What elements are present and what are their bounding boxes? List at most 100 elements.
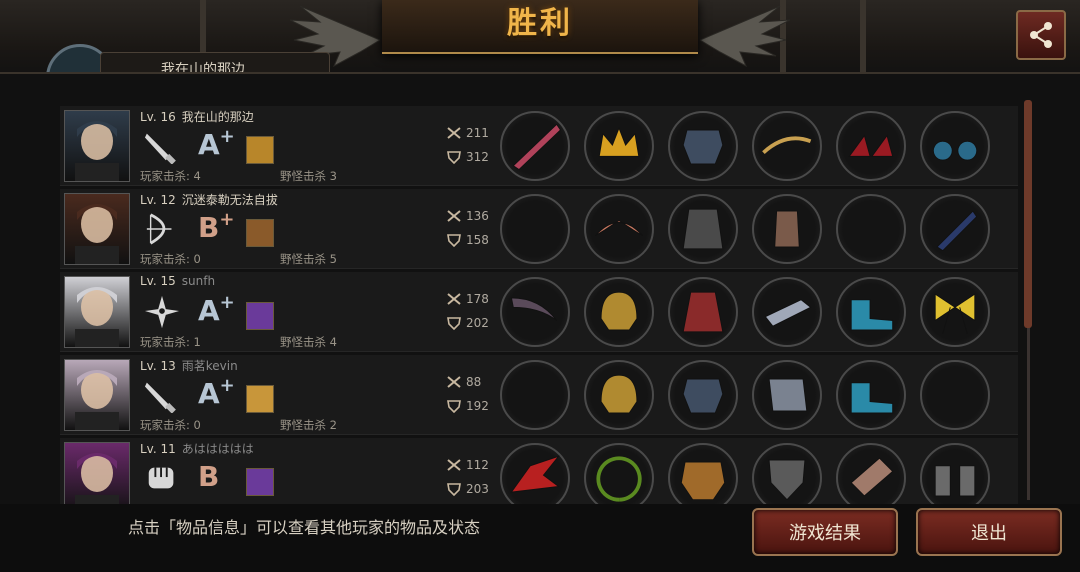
shield-stat-icon [447,151,461,164]
robe-icon [682,291,724,333]
player-portrait[interactable] [64,276,130,348]
shield-stat-icon [447,400,461,413]
boots-icon [850,299,894,331]
claw-icon [510,455,560,493]
share-button[interactable] [1016,10,1066,60]
item-slot[interactable] [836,360,906,430]
defense-stat: 192 [446,399,489,413]
attack-stat: 178 [446,292,489,306]
player-portrait[interactable] [64,359,130,431]
item-slot[interactable] [668,111,738,181]
earrings-icon [932,140,978,161]
item-slot[interactable] [752,277,822,347]
player-row[interactable]: Lv. 12 沉迷泰勒无法自拔 B+ 玩家击杀: 0 野怪击杀 5 136 158 [60,189,1018,269]
game-result-button[interactable]: 游戏结果 [752,508,898,556]
crossed-swords-icon [447,376,461,388]
item-slot[interactable] [500,443,570,513]
hero-portrait-icon [75,287,119,347]
laurel-icon [596,456,642,502]
item-slot[interactable] [584,277,654,347]
heels-icon [848,134,894,157]
binoculars-icon [934,465,976,497]
shield-stat-icon [447,483,461,496]
item-slot[interactable] [584,360,654,430]
defense-stat: 312 [446,150,489,164]
player-name: 雨茗kevin [181,359,238,373]
item-slot[interactable] [500,111,570,181]
item-slot[interactable] [668,443,738,513]
item-slot[interactable] [920,111,990,181]
player-name: あははははは [181,442,254,456]
grade-badge: A+ [198,294,235,328]
hero-portrait-icon [75,121,119,181]
player-row[interactable]: Lv. 13 雨茗kevin A+ 玩家击杀: 0 野怪击杀 2 88 192 [60,355,1018,435]
grade-plus: + [219,126,235,147]
grade-badge: A+ [198,128,235,162]
item-slot[interactable] [836,111,906,181]
monster-kills: 野怪击杀 3 [280,169,337,183]
item-slot[interactable] [920,277,990,347]
item-slot[interactable] [836,194,906,264]
item-slot[interactable] [752,360,822,430]
item-slot[interactable] [584,443,654,513]
item-slot[interactable] [500,360,570,430]
item-slot[interactable] [752,194,822,264]
item-slot[interactable] [500,277,570,347]
player-portrait[interactable] [64,193,130,265]
grade-letter: B [198,460,220,493]
item-slot[interactable] [920,360,990,430]
item-slot[interactable] [500,194,570,264]
item-slot[interactable] [584,111,654,181]
item-slot[interactable] [920,443,990,513]
player-level-name: Lv. 16 我在山的那边 [140,108,254,125]
player-row[interactable]: Lv. 16 我在山的那边 A+ 玩家击杀: 4 野怪击杀 3 211 312 [60,106,1018,186]
grade-badge: A+ [198,377,235,411]
player-kills: 玩家击杀: 1 [140,335,201,349]
player-portrait[interactable] [64,110,130,182]
hero-portrait-icon [75,453,119,513]
crown-icon [598,126,640,157]
player-kills: 玩家击杀: 4 [140,169,201,183]
attack-value: 178 [466,292,489,306]
grade-plus: + [219,375,235,396]
item-slot[interactable] [836,443,906,513]
attack-stat: 136 [446,209,489,223]
bow-icon [146,213,172,245]
defense-value: 202 [466,316,489,330]
attack-stat: 88 [446,375,481,389]
crossed-swords-icon [447,210,461,222]
player-kills: 玩家击杀: 0 [140,418,201,432]
item-slot[interactable] [668,194,738,264]
attack-stat: 112 [446,458,489,472]
right-wing-ornament-icon [700,5,790,68]
grade-badge: B [198,460,219,494]
bracer-icon [774,210,800,248]
equipment-slots [500,111,1000,181]
bow-icon [502,196,568,262]
item-slot[interactable] [668,360,738,430]
grade-letter: B [198,211,220,244]
skill-icon [246,219,274,247]
crossed-swords-icon [447,293,461,305]
helmet-icon [600,374,638,414]
skill-icon [246,136,274,164]
whip-icon [762,136,812,155]
hero-portrait-icon [75,204,119,264]
item-slot[interactable] [836,277,906,347]
fist-icon [148,467,174,489]
item-slot[interactable] [584,194,654,264]
player-row[interactable]: Lv. 15 sunfh A+ 玩家击杀: 1 野怪击杀 4 178 202 [60,272,1018,352]
player-kills: 玩家击杀: 0 [140,252,201,266]
shield-stat-icon [447,317,461,330]
scrollbar-thumb[interactable] [1024,100,1032,328]
exit-button[interactable]: 退出 [916,508,1062,556]
item-slot[interactable] [668,277,738,347]
background-pole [860,0,866,80]
item-slot[interactable] [752,443,822,513]
crossed-swords-icon [447,459,461,471]
gauntlet-icon [764,299,812,327]
helmet-icon [600,291,638,331]
page-title: 胜利 [507,6,573,41]
item-slot[interactable] [920,194,990,264]
item-slot[interactable] [752,111,822,181]
